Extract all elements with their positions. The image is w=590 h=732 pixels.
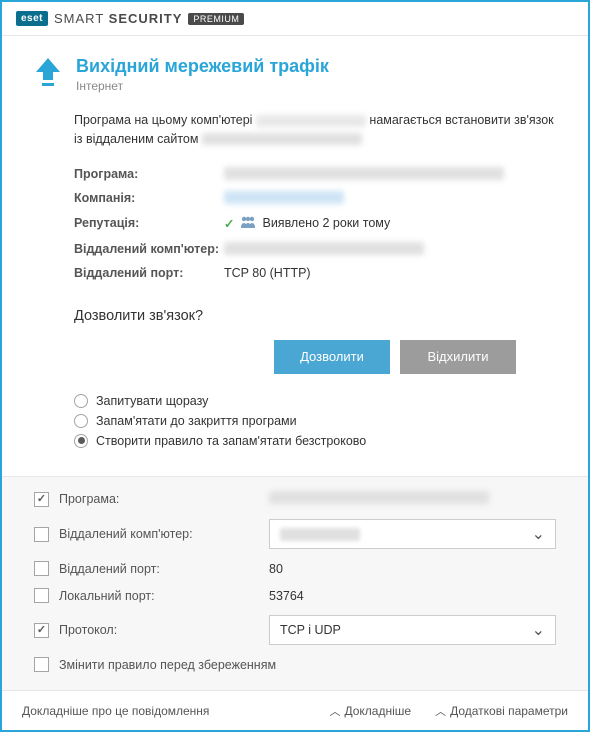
radio-ask-every-time[interactable]: Запитувати щоразу [74,394,556,408]
dialog-title: Вихідний мережевий трафік [76,56,329,77]
rule-label-local-port: Локальний порт: [59,589,259,603]
redacted-remote-host-value [280,528,360,541]
redacted-site [202,133,362,145]
rule-remote-port-value: 80 [269,562,556,576]
rule-local-port-value: 53764 [269,589,556,603]
label-remote-port: Віддалений порт: [74,266,224,280]
button-row: Дозволити Відхилити [34,340,516,374]
rule-label-protocol: Протокол: [59,623,259,637]
chevron-down-icon: ⌄ [532,620,545,640]
checkbox-protocol[interactable] [34,623,49,638]
dialog-content: Вихідний мережевий трафік Інтернет Прогр… [2,36,588,460]
intro-text: Програма на цьому комп'ютері намагається… [74,111,556,149]
rule-label-program: Програма: [59,492,259,506]
more-details-toggle[interactable]: ︿ Докладніше [329,703,411,719]
label-company: Компанія: [74,191,224,205]
label-reputation: Репутація: [74,216,224,230]
users-icon [240,215,256,232]
radio-label: Запитувати щоразу [96,394,208,408]
radio-label: Створити правило та запам'ятати безстрок… [96,434,366,448]
details-about-link[interactable]: Докладніше про це повідомлення [22,704,209,718]
chevron-up-icon: ︿ [435,703,446,719]
deny-button[interactable]: Відхилити [400,340,516,374]
radio-icon [74,394,88,408]
remote-port-value: TCP 80 (HTTP) [224,266,311,280]
chevron-down-icon: ⌄ [532,524,545,544]
rule-panel: Програма: Віддалений комп'ютер: ⌄ Віддал… [2,477,588,690]
remote-host-select[interactable]: ⌄ [269,519,556,549]
reputation-value: Виявлено 2 роки тому [262,216,390,230]
checkbox-remote-host[interactable] [34,527,49,542]
protocol-value: TCP і UDP [280,623,341,637]
redacted-app [256,115,366,127]
info-table: Програма: Компанія: Репутація: ✓ Виявлен… [74,167,556,280]
checkbox-modify-before-save[interactable] [34,657,49,672]
remember-options: Запитувати щоразу Запам'ятати до закритт… [74,394,556,448]
allow-button[interactable]: Дозволити [274,340,390,374]
checkbox-remote-port[interactable] [34,561,49,576]
redacted-company [224,191,344,204]
protocol-select[interactable]: TCP і UDP ⌄ [269,615,556,645]
label-remote-host: Віддалений комп'ютер: [74,242,224,256]
rule-label-modify: Змінити правило перед збереженням [59,658,276,672]
dialog-header: Вихідний мережевий трафік Інтернет [34,56,556,93]
firewall-dialog: eset SMART SECURITY PREMIUM Вихідний мер… [0,0,590,732]
rule-label-remote-port: Віддалений порт: [59,562,259,576]
redacted-rule-program [269,491,489,504]
premium-badge: PREMIUM [188,13,244,25]
rule-label-remote-host: Віддалений комп'ютер: [59,527,259,541]
chevron-up-icon: ︿ [329,703,340,719]
checkbox-program[interactable] [34,492,49,507]
radio-remember-until-close[interactable]: Запам'ятати до закриття програми [74,414,556,428]
question-text: Дозволити зв'язок? [74,308,556,324]
redacted-remote-host [224,242,424,255]
radio-create-rule[interactable]: Створити правило та запам'ятати безстрок… [74,434,556,448]
label-program: Програма: [74,167,224,181]
title-bar: eset SMART SECURITY PREMIUM [2,2,588,36]
product-name: SMART SECURITY [54,11,182,26]
radio-icon [74,414,88,428]
radio-icon [74,434,88,448]
redacted-program-path [224,167,504,180]
check-icon: ✓ [224,216,234,231]
dialog-subtitle: Інтернет [76,79,329,93]
upload-icon [34,56,62,93]
brand-badge: eset [16,11,48,26]
checkbox-local-port[interactable] [34,588,49,603]
advanced-params-toggle[interactable]: ︿ Додаткові параметри [435,703,568,719]
radio-label: Запам'ятати до закриття програми [96,414,297,428]
dialog-footer: Докладніше про це повідомлення ︿ Докладн… [2,690,588,730]
